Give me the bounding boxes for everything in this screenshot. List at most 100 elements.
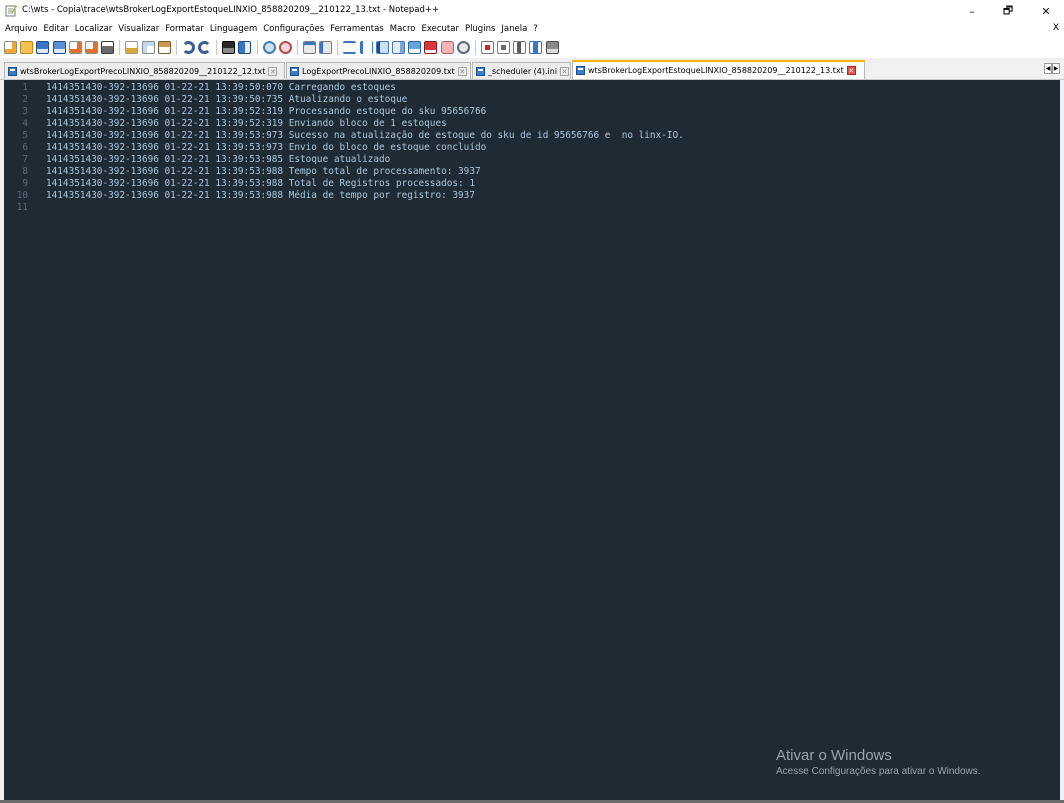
- menu-help[interactable]: ?: [528, 24, 538, 34]
- toolbar: [0, 36, 1064, 58]
- editor-line[interactable]: 5 1414351430-392-13696 01-22-21 13:39:53:…: [4, 130, 1060, 142]
- file-icon: [290, 66, 299, 76]
- save-macro-icon[interactable]: [545, 40, 559, 54]
- line-text: 1414351430-392-13696 01-22-21 13:39:53:9…: [46, 142, 487, 153]
- tab-wtsbroker-preco[interactable]: wtsBrokerLogExportPrecoLINXIO_858820209_…: [4, 62, 285, 79]
- line-text: 1414351430-392-13696 01-22-21 13:39:53:9…: [46, 166, 481, 177]
- run-macro-multiple-icon[interactable]: [529, 40, 543, 54]
- tab-wtsbroker-estoque[interactable]: wtsBrokerLogExportEstoqueLINXIO_85882020…: [572, 60, 865, 79]
- show-all-chars-icon[interactable]: [359, 40, 373, 54]
- menu-janela[interactable]: Janela: [496, 24, 527, 34]
- copy-icon[interactable]: [141, 40, 155, 54]
- cut-icon[interactable]: [125, 40, 139, 54]
- menu-executar[interactable]: Executar: [416, 24, 458, 34]
- record-macro-icon[interactable]: [480, 40, 494, 54]
- line-number: 6: [22, 142, 28, 153]
- editor-line[interactable]: 6 1414351430-392-13696 01-22-21 13:39:53:…: [4, 142, 1060, 154]
- title-bar[interactable]: C:\wts - Copia\trace\wtsBrokerLogExportE…: [0, 0, 1064, 22]
- new-file-icon[interactable]: [4, 40, 17, 54]
- file-icon: [576, 66, 585, 75]
- menu-linguagem[interactable]: Linguagem: [205, 24, 257, 34]
- line-number: 3: [22, 106, 28, 117]
- monitor-icon[interactable]: [440, 40, 454, 54]
- line-text: 1414351430-392-13696 01-22-21 13:39:53:9…: [46, 130, 684, 141]
- sync-horizontal-icon[interactable]: [319, 40, 333, 54]
- save-icon[interactable]: [36, 40, 50, 54]
- menu-plugins[interactable]: Plugins: [460, 24, 495, 34]
- tab-scheduler[interactable]: _scheduler (4).ini ✕: [472, 62, 571, 79]
- zoom-out-icon[interactable]: [278, 40, 292, 54]
- line-number: 4: [22, 118, 28, 129]
- file-icon: [8, 66, 17, 76]
- doc-map-icon[interactable]: [391, 40, 405, 54]
- menu-bar: Arquivo Editar Localizar Visualizar Form…: [0, 22, 1064, 36]
- editor-line[interactable]: 3 1414351430-392-13696 01-22-21 13:39:52:…: [4, 106, 1060, 118]
- minimize-button[interactable]: –: [957, 0, 987, 22]
- editor-line[interactable]: 2 1414351430-392-13696 01-22-21 13:39:50:…: [4, 94, 1060, 106]
- toolbar-separator: [474, 39, 476, 55]
- close-document-button[interactable]: X: [1053, 23, 1059, 33]
- undo-icon[interactable]: [181, 40, 195, 54]
- editor-line[interactable]: 4 1414351430-392-13696 01-22-21 13:39:52:…: [4, 118, 1060, 130]
- paste-icon[interactable]: [157, 40, 171, 54]
- line-text: 1414351430-392-13696 01-22-21 13:39:53:9…: [46, 154, 391, 165]
- line-number: 1: [22, 82, 28, 93]
- word-wrap-icon[interactable]: [343, 40, 357, 54]
- replace-icon[interactable]: [238, 40, 252, 54]
- scroll-right-icon[interactable]: ▶: [1052, 63, 1060, 74]
- text-editor[interactable]: 1 1414351430-392-13696 01-22-21 13:39:50:…: [4, 80, 1060, 800]
- tab-label: LogExportPrecoLINXIO_858820209.txt: [302, 66, 455, 76]
- watermark-subtitle: Acesse Configurações para ativar o Windo…: [776, 766, 981, 777]
- editor-line[interactable]: 11: [4, 202, 1060, 214]
- find-icon[interactable]: [222, 40, 236, 54]
- scroll-left-icon[interactable]: ◀: [1044, 63, 1052, 74]
- toolbar-separator: [119, 39, 121, 55]
- menu-macro[interactable]: Macro: [385, 24, 416, 34]
- editor-line[interactable]: 7 1414351430-392-13696 01-22-21 13:39:53:…: [4, 154, 1060, 166]
- close-icon[interactable]: [68, 40, 82, 54]
- menu-configuracoes[interactable]: Configurações: [258, 24, 324, 34]
- line-number: 9: [22, 178, 28, 189]
- tab-close-icon[interactable]: ✕: [268, 66, 278, 76]
- menu-localizar[interactable]: Localizar: [70, 24, 113, 34]
- editor-line[interactable]: 9 1414351430-392-13696 01-22-21 13:39:53:…: [4, 178, 1060, 190]
- menu-formatar[interactable]: Formatar: [160, 24, 204, 34]
- stop-macro-icon[interactable]: [497, 40, 511, 54]
- maximize-button[interactable]: 🗗: [993, 0, 1023, 22]
- print-icon[interactable]: [101, 40, 115, 54]
- tab-close-icon[interactable]: ✕: [457, 66, 467, 76]
- line-number: 2: [22, 94, 28, 105]
- tab-logexportpreco[interactable]: LogExportPrecoLINXIO_858820209.txt ✕: [286, 62, 471, 79]
- eye-icon[interactable]: [456, 40, 470, 54]
- toolbar-separator: [256, 39, 258, 55]
- editor-line[interactable]: 8 1414351430-392-13696 01-22-21 13:39:53:…: [4, 166, 1060, 178]
- folder-workspace-icon[interactable]: [424, 40, 438, 54]
- tab-bar: wtsBrokerLogExportPrecoLINXIO_858820209_…: [0, 58, 1064, 80]
- save-all-icon[interactable]: [52, 40, 66, 54]
- line-number: 11: [16, 202, 28, 213]
- editor-line[interactable]: 1 1414351430-392-13696 01-22-21 13:39:50:…: [4, 82, 1060, 94]
- menu-editar[interactable]: Editar: [39, 24, 69, 34]
- close-all-icon[interactable]: [84, 40, 98, 54]
- line-number: 5: [22, 130, 28, 141]
- indent-guide-icon[interactable]: [375, 40, 389, 54]
- editor-line[interactable]: 10 1414351430-392-13696 01-22-21 13:39:53…: [4, 190, 1060, 202]
- menu-ferramentas[interactable]: Ferramentas: [325, 24, 384, 34]
- toolbar-separator: [337, 39, 339, 55]
- toolbar-separator: [216, 39, 218, 55]
- tab-label: _scheduler (4).ini: [488, 66, 558, 76]
- open-file-icon[interactable]: [20, 40, 34, 54]
- function-list-icon[interactable]: [408, 40, 422, 54]
- tab-close-icon[interactable]: ✕: [846, 66, 856, 75]
- file-icon: [476, 66, 485, 76]
- close-window-button[interactable]: ✕: [1031, 0, 1061, 22]
- redo-icon[interactable]: [198, 40, 212, 54]
- line-text: 1414351430-392-13696 01-22-21 13:39:52:3…: [46, 118, 447, 129]
- menu-visualizar[interactable]: Visualizar: [113, 24, 159, 34]
- menu-arquivo[interactable]: Arquivo: [0, 24, 38, 34]
- line-text: 1414351430-392-13696 01-22-21 13:39:50:0…: [46, 82, 396, 93]
- sync-vertical-icon[interactable]: [303, 40, 316, 54]
- play-macro-icon[interactable]: [513, 40, 527, 54]
- zoom-in-icon[interactable]: [262, 40, 276, 54]
- tab-close-icon[interactable]: ✕: [560, 66, 570, 76]
